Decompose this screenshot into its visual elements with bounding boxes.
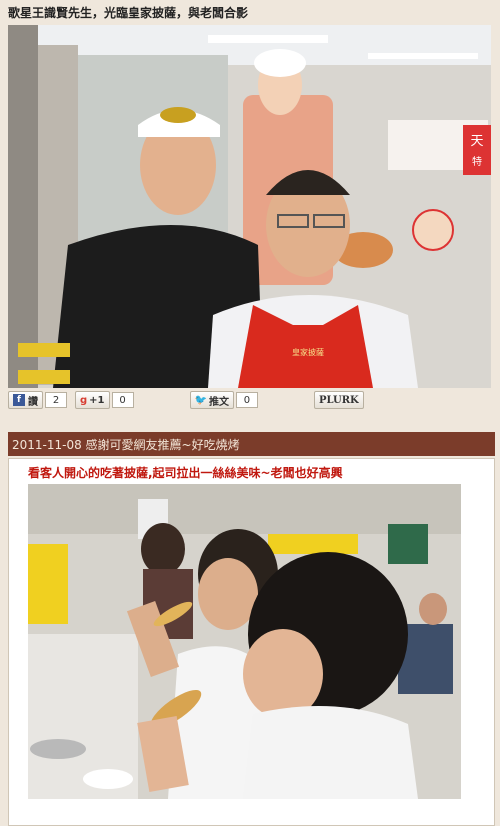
- twitter-bird-icon: 🐦: [194, 394, 207, 406]
- photo-customers-eating-pizza: [28, 484, 461, 799]
- post-photo-caption: 看客人開心的吃著披薩,起司拉出一絲絲美味~老闆也好高興: [28, 466, 343, 480]
- twitter-tweet-count: 0: [235, 392, 258, 408]
- facebook-like-button[interactable]: f 讚: [8, 391, 43, 409]
- twitter-tweet-button[interactable]: 🐦 推文: [189, 391, 234, 409]
- facebook-like-label: 讚: [28, 396, 38, 408]
- google-plus-count: 0: [111, 392, 134, 408]
- plurk-label: PLURK: [318, 394, 359, 406]
- plurk-button[interactable]: PLURK: [313, 391, 364, 409]
- photo-caption: 歌星王識賢先生，光臨皇家披薩，與老闆合影: [8, 6, 249, 20]
- post-title-bar[interactable]: 2011-11-08 感謝可愛網友推薦~好吃燒烤: [8, 432, 495, 456]
- photo-singer-with-owner: 天 特 皇家披薩: [8, 25, 491, 388]
- share-bar: f 讚 2 g +1 0 🐦 推文 0 PLURK: [8, 389, 491, 411]
- post-title[interactable]: 2011-11-08 感謝可愛網友推薦~好吃燒烤: [12, 436, 240, 453]
- google-plus-icon: g: [80, 394, 88, 406]
- facebook-icon: f: [13, 394, 25, 406]
- facebook-like-count: 2: [45, 392, 67, 408]
- side-sign-text: 天: [470, 134, 483, 149]
- twitter-tweet-label: 推文: [208, 396, 229, 408]
- apron-logo-text: 皇家披薩: [292, 347, 324, 357]
- google-plus-button[interactable]: g +1: [75, 391, 110, 409]
- side-sign-sub: 特: [472, 156, 482, 168]
- google-plus-label: +1: [89, 394, 105, 406]
